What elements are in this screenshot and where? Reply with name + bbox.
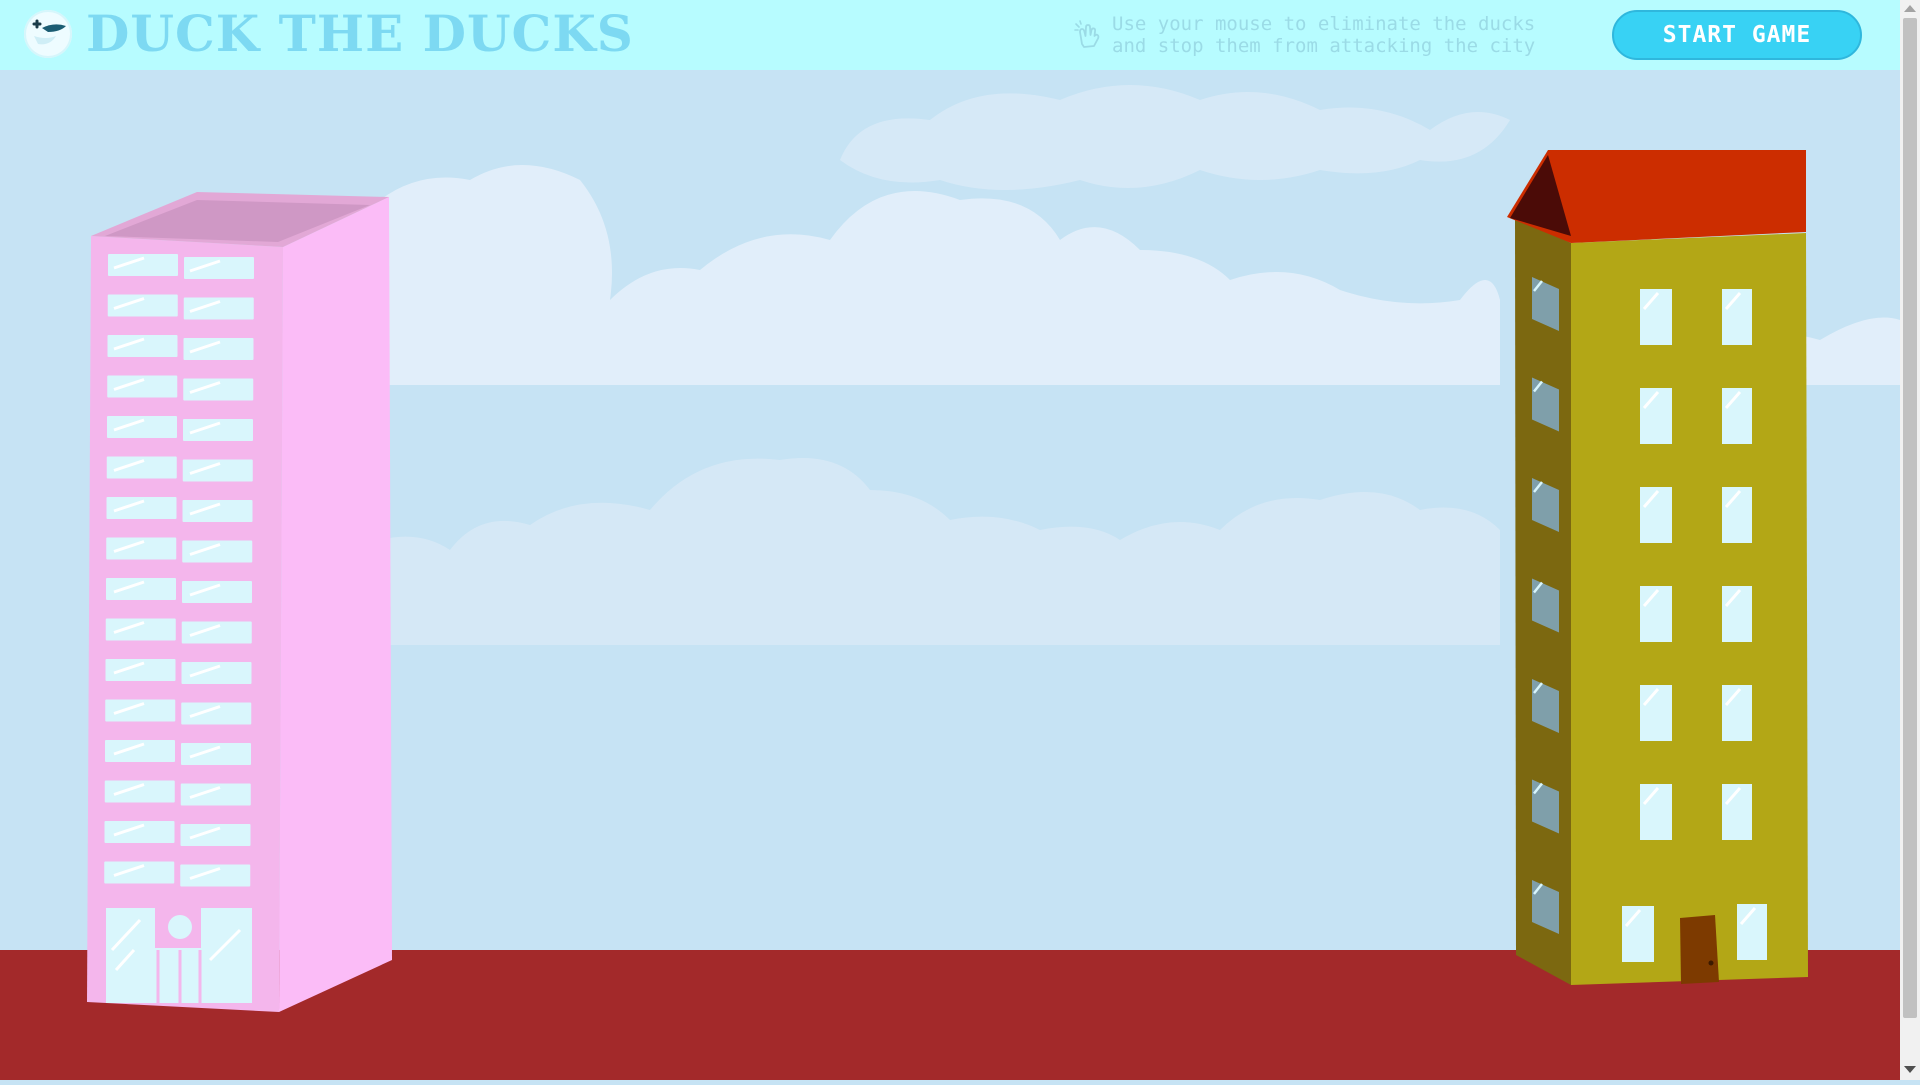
window: [1722, 784, 1752, 840]
scroll-down-arrow-icon[interactable]: [1904, 1066, 1916, 1073]
instructions-text: Use your mouse to eliminate the ducks an…: [1112, 13, 1572, 57]
instructions-line-1: Use your mouse to eliminate the ducks: [1112, 13, 1536, 35]
game-header: DUCK THE DUCKS Use your mouse to elimina…: [0, 0, 1900, 70]
window: [106, 497, 177, 519]
start-game-button[interactable]: START GAME: [1612, 10, 1862, 60]
window: [107, 294, 178, 317]
window: [180, 824, 251, 846]
window: [1640, 586, 1672, 642]
window: [107, 375, 178, 398]
window: [1622, 906, 1654, 962]
duck-logo-icon: [24, 10, 72, 58]
pointer-hand-icon: [1074, 20, 1100, 48]
window: [108, 254, 178, 276]
window: [107, 335, 178, 357]
window: [104, 821, 175, 843]
window: [104, 861, 175, 884]
yellow-building: [1507, 150, 1808, 985]
window: [183, 338, 254, 360]
window: [106, 578, 176, 600]
window: [180, 783, 251, 806]
city-scene: [0, 70, 1900, 1080]
window: [105, 659, 176, 681]
instructions-line-2: and stop them from attacking the city: [1112, 35, 1536, 57]
window: [1640, 388, 1672, 444]
window: [106, 456, 177, 479]
window: [104, 780, 175, 803]
window: [182, 581, 252, 603]
game-title: DUCK THE DUCKS: [86, 4, 634, 63]
scroll-up-arrow-icon[interactable]: [1904, 5, 1916, 12]
window: [1722, 388, 1752, 444]
window: [105, 699, 176, 722]
window: [181, 702, 252, 725]
pink-building-entrance: [106, 908, 252, 1003]
window: [182, 540, 253, 563]
window: [1640, 685, 1672, 741]
window: [182, 459, 253, 482]
game-scene[interactable]: [0, 70, 1900, 1080]
pink-building: [87, 192, 392, 1012]
window: [181, 621, 252, 644]
window: [184, 257, 254, 279]
window: [180, 864, 251, 887]
window: [105, 618, 176, 641]
window: [1737, 904, 1767, 960]
window: [105, 740, 175, 762]
window: [183, 378, 254, 401]
window: [183, 419, 253, 441]
window: [1640, 289, 1672, 345]
window: [1722, 289, 1752, 345]
window: [181, 662, 252, 684]
window: [181, 743, 251, 765]
window: [1640, 487, 1672, 543]
page-scrollbar[interactable]: [1900, 0, 1920, 1080]
window: [1722, 685, 1752, 741]
window: [183, 297, 254, 320]
window: [1722, 487, 1752, 543]
window: [1640, 784, 1672, 840]
window: [182, 500, 253, 522]
window: [107, 416, 177, 438]
door: [1680, 915, 1719, 984]
window: [1722, 586, 1752, 642]
window: [106, 537, 177, 560]
scroll-thumb[interactable]: [1903, 18, 1917, 1018]
